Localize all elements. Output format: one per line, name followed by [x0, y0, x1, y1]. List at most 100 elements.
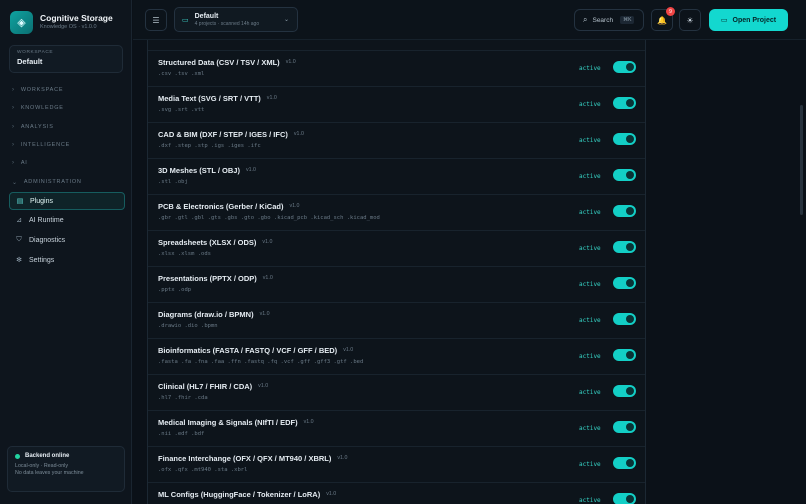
plugin-title: Medical Imaging & Signals (NIfTI / EDF) v… — [158, 418, 314, 427]
plugin-row: PCB & Electronics (Gerber / KiCad) v1.0 .g… — [148, 195, 645, 231]
main-content: .patch .diff active Structured Data (CSV /… — [133, 40, 806, 504]
chevron-right-icon: › — [12, 105, 15, 111]
bell-icon: 🔔 — [657, 15, 667, 25]
toggle-knob — [626, 279, 634, 287]
plugin-row: Finance Interchange (OFX / QFX / MT940 /… — [148, 447, 645, 483]
brand[interactable]: ◈ Cognitive Storage Knowledge OS · v1.0.… — [10, 10, 128, 34]
status-dot — [15, 453, 20, 459]
sidebar-item-settings[interactable]: ✻ Settings — [9, 251, 125, 269]
toggle-knob — [626, 495, 634, 503]
open-project-label: Open Project — [732, 16, 777, 24]
open-project-button[interactable]: ▭ Open Project — [709, 9, 788, 31]
plugin-title: Presentations (PPTX / ODP) v1.0 — [158, 274, 273, 283]
plugin-version: v1.0 — [343, 347, 354, 353]
plugin-toggle[interactable] — [613, 133, 636, 145]
plugin-version: v1.0 — [303, 419, 314, 425]
plugin-toggle[interactable] — [613, 169, 636, 181]
plugin-icon: ▤ — [16, 198, 24, 205]
plugin-extensions: .stl .obj — [158, 179, 188, 185]
nav-group-workspace[interactable]: › WORKSPACE — [12, 85, 63, 95]
workspace-label: WORKSPACE — [17, 50, 54, 55]
plugin-title: PCB & Electronics (Gerber / KiCad) v1.0 — [158, 202, 300, 211]
plugin-version: v1.0 — [266, 95, 277, 101]
diamond-icon: ◈ — [10, 10, 33, 34]
hamburger-icon: ☰ — [152, 15, 160, 25]
sidebar-item-diagnostics[interactable]: ⛉ Diagnostics — [9, 231, 125, 249]
status-title: Backend online — [25, 453, 70, 459]
plugin-title: 3D Meshes (STL / OBJ) v1.0 — [158, 166, 256, 175]
plugin-status: active — [579, 245, 601, 252]
plugin-row: Clinical (HL7 / FHIR / CDA) v1.0 .hl7 .fhi… — [148, 375, 645, 411]
scrollbar[interactable] — [800, 105, 803, 215]
status-line-privacy: No data leaves your machine — [15, 470, 84, 476]
plugin-toggle[interactable] — [613, 493, 636, 504]
nav-group-intelligence[interactable]: › INTELLIGENCE — [12, 140, 70, 150]
plugin-version: v1.0 — [245, 167, 256, 173]
project-selector[interactable]: ▭ Default 4 projects · scanned 14h ago ⌄ — [174, 7, 298, 32]
plugin-extensions: .csv .tsv .xml — [158, 71, 205, 77]
search-button[interactable]: ⌕ Search ⌘K — [574, 9, 644, 31]
plugin-status: active — [579, 101, 601, 108]
plugin-extensions: .dxf .step .stp .igs .iges .ifc — [158, 143, 261, 149]
plugin-status: active — [579, 497, 601, 504]
search-label: Search — [592, 16, 614, 24]
nav-group-administration[interactable]: ⌄ ADMINISTRATION — [12, 177, 82, 187]
plugin-row: Media Text (SVG / SRT / VTT) v1.0 .svg .sr… — [148, 87, 645, 123]
toggle-knob — [626, 99, 634, 107]
plugin-toggle[interactable] — [613, 313, 636, 325]
sidebar-item-label: Diagnostics — [29, 236, 66, 244]
top-header: ☰ ▭ Default 4 projects · scanned 14h ago… — [133, 0, 806, 40]
plugin-row: Structured Data (CSV / TSV / XML) v1.0 .cs… — [148, 51, 645, 87]
plugin-title: Clinical (HL7 / FHIR / CDA) v1.0 — [158, 382, 269, 391]
plugin-version: v1.0 — [289, 203, 300, 209]
project-name: Default — [194, 12, 219, 20]
plugin-toggle[interactable] — [613, 61, 636, 73]
plugin-version: v1.0 — [285, 59, 296, 65]
workspace-selector[interactable]: WORKSPACE Default — [9, 45, 123, 73]
plugin-toggle[interactable] — [613, 97, 636, 109]
toggle-knob — [626, 423, 634, 431]
sidebar-item-plugins[interactable]: ▤ Plugins — [9, 192, 125, 210]
chart-icon: ⊿ — [16, 217, 22, 224]
plugin-list: .patch .diff active Structured Data (CSV /… — [147, 40, 646, 504]
plugin-toggle[interactable] — [613, 349, 636, 361]
toggle-knob — [626, 171, 634, 179]
toggle-knob — [626, 243, 634, 251]
plugin-row: Medical Imaging & Signals (NIfTI / EDF) v… — [148, 411, 645, 447]
nav-group-knowledge[interactable]: › KNOWLEDGE — [12, 103, 64, 113]
plugin-extensions: .fasta .fa .fna .faa .ffn .fastq .fq .vc… — [158, 359, 364, 365]
plugin-row: Spreadsheets (XLSX / ODS) v1.0 .xlsx .xlsm… — [148, 231, 645, 267]
nav-group-analysis[interactable]: › ANALYSIS — [12, 122, 54, 132]
plugin-version: v1.0 — [258, 383, 269, 389]
nav-group-ai[interactable]: › AI — [12, 158, 28, 168]
plugin-toggle[interactable] — [613, 457, 636, 469]
notifications-button[interactable]: 🔔 9 — [651, 7, 675, 31]
plugin-row: 3D Meshes (STL / OBJ) v1.0 .stl .obj active — [148, 159, 645, 195]
plugin-version: v1.0 — [262, 275, 273, 281]
plugin-extensions: .gbr .gtl .gbl .gts .gbs .gto .gbo .kica… — [158, 215, 380, 221]
folder-icon: ▭ — [720, 17, 728, 24]
plugin-status: active — [579, 317, 601, 324]
sidebar-item-ai-runtime[interactable]: ⊿ AI Runtime — [9, 211, 125, 229]
plugin-extensions: .pptx .odp — [158, 287, 192, 293]
plugin-status: active — [579, 461, 601, 468]
plugin-row: CAD & BIM (DXF / STEP / IGES / IFC) v1.0.… — [148, 123, 645, 159]
plugin-toggle[interactable] — [613, 421, 636, 433]
plugin-extensions: .svg .srt .vtt — [158, 107, 205, 113]
theme-toggle-button[interactable]: ☀ — [679, 9, 701, 31]
plugin-toggle[interactable] — [613, 277, 636, 289]
toggle-knob — [626, 63, 634, 71]
plugin-extensions: .patch .diff — [158, 40, 198, 41]
plugin-title: Structured Data (CSV / TSV / XML) v1.0 — [158, 58, 296, 67]
plugin-toggle[interactable] — [613, 241, 636, 253]
plugin-toggle[interactable] — [613, 385, 636, 397]
plugin-status: active — [579, 353, 601, 360]
plugin-toggle[interactable] — [613, 205, 636, 217]
plugin-row: Diagrams (draw.io / BPMN) v1.0 .drawio .di… — [148, 303, 645, 339]
menu-button[interactable]: ☰ — [145, 9, 167, 31]
brand-subtitle: Knowledge OS · v1.0.0 — [40, 24, 97, 30]
plugin-extensions: .ofx .qfx .mt940 .sta .xbrl — [158, 467, 248, 473]
search-shortcut: ⌘K — [620, 16, 635, 24]
plugin-version: v1.0 — [262, 239, 273, 245]
plugin-extensions: .xlsx .xlsm .ods — [158, 251, 211, 257]
